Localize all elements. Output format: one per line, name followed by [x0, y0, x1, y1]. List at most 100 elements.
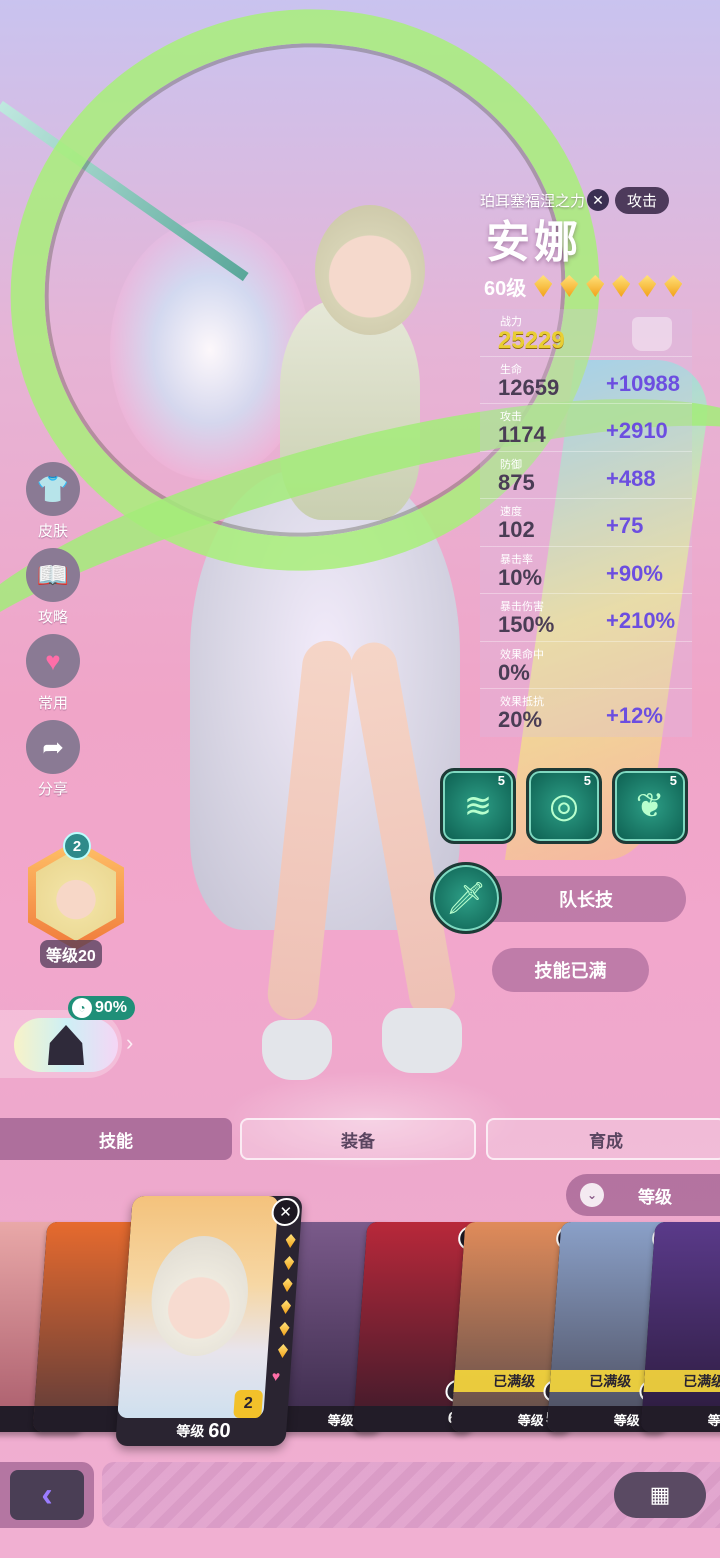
- star-icon: [586, 275, 605, 297]
- hero-level-prefix: 等级: [707, 1412, 720, 1428]
- back-button[interactable]: ‹: [0, 1462, 94, 1528]
- hero-level-prefix: 等级: [175, 1423, 205, 1439]
- companion-slot[interactable]: ◔ 90% ›: [0, 996, 140, 1078]
- set-name: 珀耳塞福涅之力: [480, 192, 586, 210]
- star-icon: [638, 275, 657, 297]
- stat-bonus: +90%: [606, 560, 663, 586]
- stat-value: 1174: [498, 422, 546, 447]
- heart-icon: ♥: [26, 634, 80, 688]
- pet-face: [36, 849, 116, 941]
- bottom-bar: ‹ ▦: [0, 1462, 720, 1528]
- guide-button[interactable]: 📖 攻略: [26, 548, 80, 627]
- stat-row: 暴击率 10% +90%: [480, 547, 692, 594]
- skin-label: 皮肤: [37, 523, 68, 540]
- stat-value: 150%: [498, 612, 555, 637]
- stat-row: 生命 12659 +10988: [480, 357, 692, 404]
- stat-row: 防御 875 +488: [480, 452, 692, 499]
- x-class-icon: ✕: [587, 189, 610, 211]
- grid-view-button[interactable]: ▦: [614, 1472, 706, 1518]
- favorite-button[interactable]: ♥ 常用: [26, 634, 80, 713]
- share-button[interactable]: ➦ 分享: [26, 720, 80, 799]
- stat-value: 875: [498, 469, 535, 495]
- book-icon: 📖: [26, 548, 80, 602]
- companion-percent: 90%: [95, 999, 128, 1016]
- favorite-label: 常用: [37, 695, 68, 712]
- stat-list: 战力 25229 生命 12659 +10988 攻击 1174 +2910 防…: [480, 309, 692, 737]
- guide-label: 攻略: [37, 609, 68, 626]
- fist-icon: [632, 317, 672, 351]
- power-value: 25229: [498, 327, 565, 354]
- tab-equipment[interactable]: 装备: [240, 1118, 476, 1160]
- skill-2-button[interactable]: ◎ 5: [526, 768, 602, 844]
- hero-card-list: 等 ⚙ 等级60 Ω 2 60 Ω 已满级 5 等级50 Ω 已满级 1 等级5…: [0, 1196, 720, 1446]
- x-class-icon: ✕: [270, 1198, 301, 1226]
- share-arrow-icon: ➦: [26, 720, 80, 774]
- skill-level: 5: [669, 773, 677, 788]
- stat-row: 暴击伤害 150% +210%: [480, 594, 692, 642]
- hood-icon: [48, 1025, 84, 1065]
- tab-training[interactable]: 育成: [486, 1118, 720, 1160]
- skill-maxed-button[interactable]: 技能已满: [492, 948, 649, 992]
- skill-3-button[interactable]: ❦ 5: [612, 768, 688, 844]
- heart-icon: ♥: [271, 1368, 281, 1384]
- companion-percent-badge: ◔ 90%: [68, 996, 136, 1020]
- selected-hero-card[interactable]: ✕ ♥ 2 等级 60: [115, 1196, 303, 1446]
- gem-icon: [285, 1234, 296, 1248]
- selected-hero-portrait: [117, 1196, 279, 1418]
- role-badge: 攻击: [615, 186, 670, 214]
- character-info-panel: 珀耳塞福涅之力 ✕ 攻击 安娜 60级 战力 25229 生命 12659 +1…: [480, 185, 692, 737]
- skill-level: 5: [497, 773, 505, 788]
- wave-slash-icon: ≋: [463, 787, 493, 825]
- timer-icon: ◔: [72, 998, 92, 1018]
- companion-pill: [14, 1018, 118, 1072]
- share-label: 分享: [37, 781, 68, 798]
- skill-level: 5: [583, 773, 591, 788]
- stat-value: 10%: [498, 564, 543, 590]
- character-shoe-right: [382, 1008, 462, 1073]
- star-icon: [534, 275, 553, 297]
- stat-value: 102: [498, 517, 535, 542]
- selected-hero-face: [147, 1236, 252, 1356]
- selected-hero-level: 等级 60: [175, 1418, 232, 1444]
- vortex-icon: ◎: [549, 787, 579, 825]
- gem-icon: [277, 1344, 288, 1358]
- gem-icon: [284, 1256, 295, 1270]
- vines-icon: ❦: [635, 787, 665, 825]
- stat-row: 速度 102 +75: [480, 499, 692, 547]
- hero-level-prefix: 等级: [517, 1412, 545, 1428]
- star-icon: [664, 275, 683, 297]
- back-chevron-icon: ‹: [10, 1470, 84, 1520]
- character-name: 安娜: [486, 218, 582, 267]
- hero-portrait: [640, 1222, 720, 1432]
- tab-skills[interactable]: 技能: [0, 1118, 232, 1160]
- stat-value: 20%: [498, 707, 543, 732]
- stat-row: 效果抵抗 20% +12%: [480, 689, 692, 737]
- stat-row: 效果命中 0%: [480, 642, 692, 689]
- skill-1-button[interactable]: ≋ 5: [440, 768, 516, 844]
- hero-level-prefix: 等级: [613, 1412, 641, 1428]
- pet-level: 等级20: [40, 940, 102, 968]
- character-level: 60级: [484, 277, 527, 300]
- set-row: 珀耳塞福涅之力 ✕ 攻击: [480, 185, 692, 215]
- stat-value: 12659: [498, 374, 560, 400]
- skin-button[interactable]: 👕 皮肤: [26, 462, 80, 541]
- selected-hero-rank-badge: 2: [233, 1390, 264, 1418]
- stat-row-power: 战力 25229: [480, 309, 692, 357]
- hero-level-prefix: 等级: [327, 1412, 355, 1428]
- hero-level-value: 60: [207, 1419, 232, 1442]
- hero-maxed-label: 已满级: [643, 1370, 720, 1392]
- pet-rank-badge: 2: [63, 832, 91, 860]
- sword-icon[interactable]: 🗡: [430, 862, 502, 934]
- stat-bonus: +10988: [606, 370, 681, 396]
- shirt-icon: 👕: [26, 462, 80, 516]
- stat-value: 0%: [498, 659, 530, 685]
- hero-level: 等级50: [640, 1406, 720, 1432]
- chevron-right-icon: ›: [126, 1030, 134, 1055]
- pet-avatar[interactable]: 2 等级20: [28, 832, 128, 968]
- star-icon: [560, 275, 579, 297]
- leader-skill-label: 队长技: [559, 890, 613, 910]
- hero-card[interactable]: ✕ 已满级 等级50: [640, 1222, 720, 1432]
- level-row: 60级: [484, 271, 692, 301]
- gem-icon: [282, 1278, 293, 1292]
- gem-icon: [280, 1300, 291, 1314]
